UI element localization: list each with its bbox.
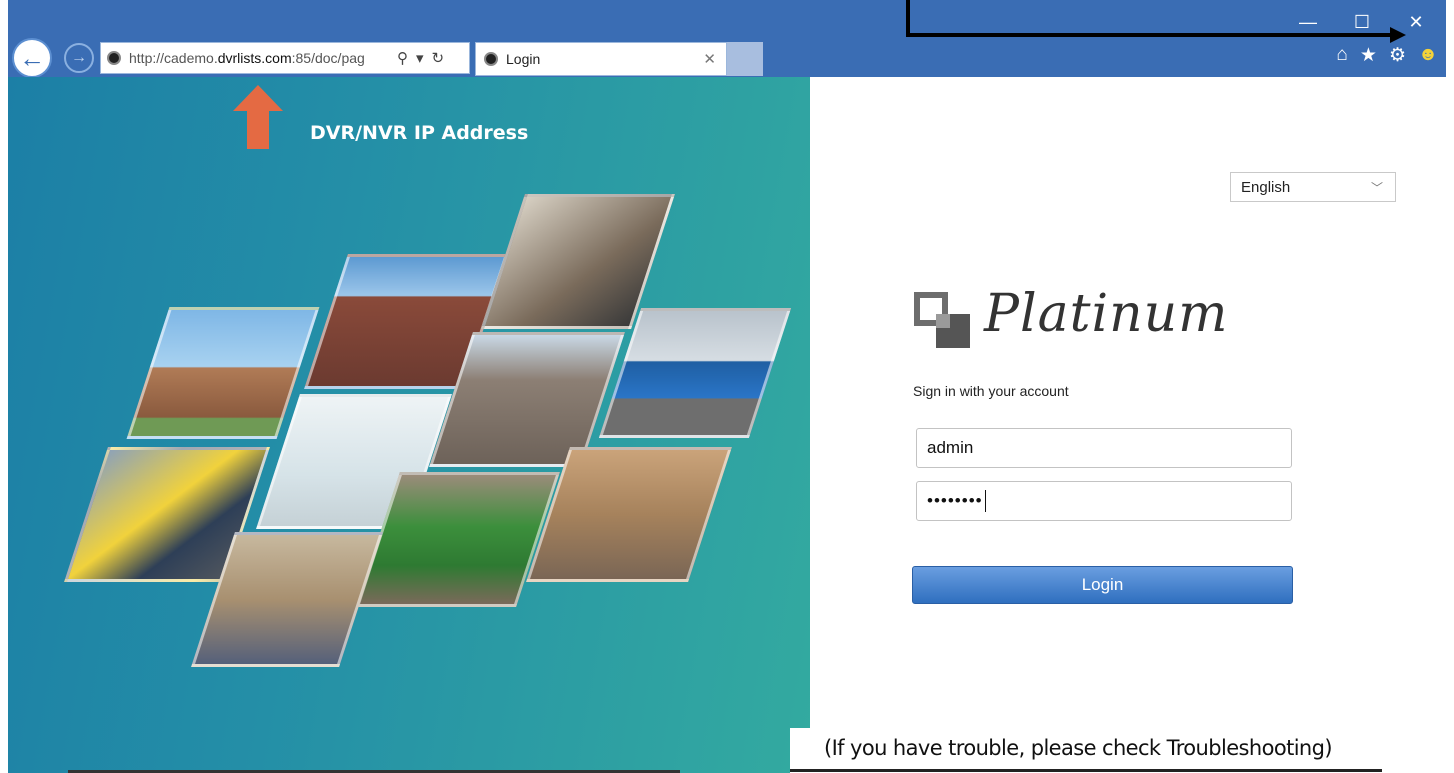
- minimize-button[interactable]: —: [1298, 12, 1318, 33]
- note-underline: [790, 769, 1382, 772]
- forward-button[interactable]: →: [64, 43, 94, 73]
- tab-close-icon[interactable]: ✕: [703, 50, 716, 68]
- username-value: admin: [927, 438, 974, 457]
- browser-right-icons: ⌂ ★ ⚙ ☻: [1336, 44, 1438, 67]
- gear-icon[interactable]: ⚙: [1389, 44, 1406, 67]
- search-icon[interactable]: ⚲: [397, 49, 408, 67]
- troubleshooting-note: (If you have trouble, please check Troub…: [790, 728, 1390, 773]
- troubleshooting-text: (If you have trouble, please check Troub…: [824, 736, 1333, 760]
- star-icon[interactable]: ★: [1360, 44, 1377, 67]
- callout-line: [906, 0, 910, 36]
- new-tab-button[interactable]: [727, 42, 763, 76]
- back-arrow-icon: ←: [19, 42, 45, 73]
- platinum-logo-icon: [914, 292, 970, 348]
- brand-name: Platinum: [984, 284, 1229, 344]
- chevron-down-icon: ﹀: [1370, 181, 1383, 195]
- password-value: ••••••••: [927, 491, 983, 510]
- dropdown-icon[interactable]: ▾: [416, 49, 424, 67]
- tab-title: Login: [506, 51, 541, 67]
- hero-panel: DVR/NVR IP Address: [8, 77, 810, 773]
- maximize-button[interactable]: ☐: [1352, 12, 1372, 33]
- language-value: English: [1241, 178, 1291, 196]
- address-bar[interactable]: http://cademo.dvrlists.com:85/doc/pag ⚲ …: [100, 42, 470, 74]
- password-field[interactable]: ••••••••: [916, 481, 1292, 521]
- smiley-icon[interactable]: ☻: [1418, 44, 1438, 67]
- callout-arrowhead-icon: [1390, 27, 1406, 43]
- callout-line: [906, 33, 1394, 37]
- tab-favicon-icon: [484, 52, 498, 66]
- address-tools: ⚲ ▾ ↻: [397, 49, 444, 67]
- forward-arrow-icon: →: [71, 49, 87, 66]
- site-favicon-icon: [107, 51, 121, 65]
- refresh-icon[interactable]: ↻: [432, 49, 445, 67]
- tab-login[interactable]: Login ✕: [475, 42, 727, 76]
- back-button[interactable]: ←: [12, 38, 52, 78]
- address-url[interactable]: http://cademo.dvrlists.com:85/doc/pag: [129, 50, 391, 66]
- login-button-label: Login: [1081, 575, 1124, 594]
- ip-address-label: DVR/NVR IP Address: [310, 122, 529, 144]
- language-select[interactable]: English ﹀: [1230, 172, 1396, 202]
- login-button[interactable]: Login: [912, 566, 1293, 604]
- close-window-button[interactable]: ✕: [1406, 12, 1426, 33]
- photo-tile-station: [526, 447, 732, 582]
- text-caret: [984, 490, 986, 512]
- home-icon[interactable]: ⌂: [1336, 44, 1347, 67]
- username-field[interactable]: admin: [916, 428, 1292, 468]
- signin-prompt: Sign in with your account: [913, 383, 1069, 399]
- up-arrow-icon: [233, 85, 283, 149]
- window-controls: — ☐ ✕: [1298, 12, 1426, 33]
